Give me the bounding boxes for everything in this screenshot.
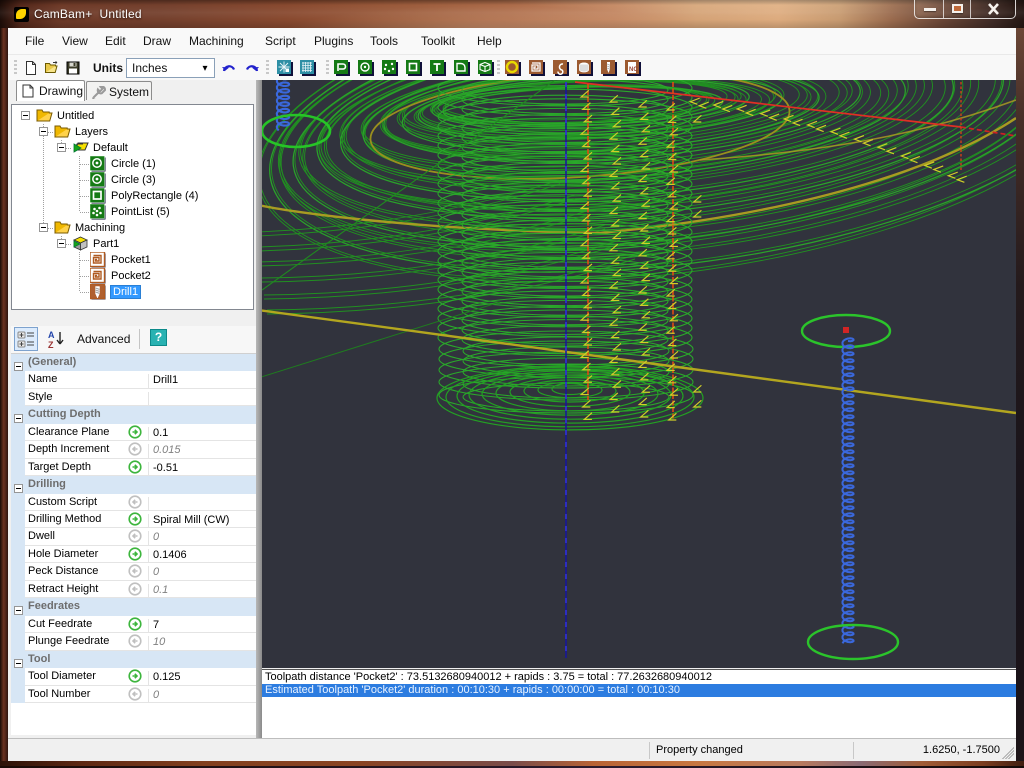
svg-text:A: A (48, 330, 55, 340)
svg-text:NC: NC (629, 67, 638, 73)
svg-text:Z: Z (48, 340, 54, 349)
